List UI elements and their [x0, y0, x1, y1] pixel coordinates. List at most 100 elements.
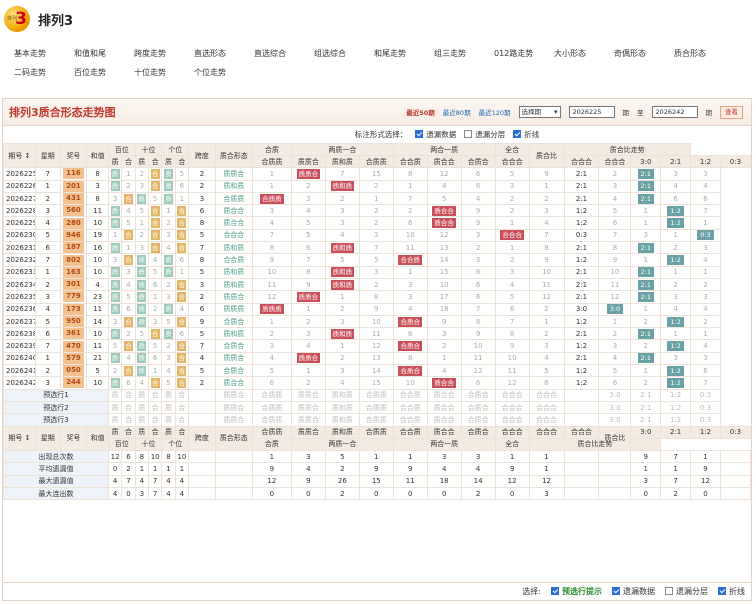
nav-link[interactable]: 质合形态 — [674, 48, 734, 59]
f-col-xingqi: 星期 — [34, 425, 61, 452]
checkbox-icon[interactable] — [551, 587, 559, 595]
stats-val: 4 — [179, 477, 185, 486]
nav-link[interactable]: 和尾走势 — [374, 48, 434, 59]
f-xingqi: 星期 — [40, 434, 55, 443]
pos-he-cell: 合 — [121, 253, 136, 267]
he-mark: 合 — [150, 181, 160, 192]
col-xingtai: 质合形态 — [214, 142, 253, 169]
weekday-cell: 6 — [34, 241, 61, 255]
ratio-cell-text: 2:1 — [575, 292, 588, 301]
pred-blank — [188, 413, 216, 427]
checkbox-icon[interactable] — [718, 587, 726, 595]
pos-he-cell: 4 — [121, 351, 136, 366]
group-cell: 9 — [528, 167, 565, 181]
option-polyline[interactable]: 折线 — [513, 129, 539, 140]
checkbox-icon[interactable] — [665, 587, 673, 595]
bottom-option-omit-layer[interactable]: 遗漏分层 — [665, 586, 708, 597]
checkbox-icon[interactable] — [464, 130, 473, 138]
ratio-header-r21: 2:1 — [669, 157, 682, 166]
ratio-trend-cell: 3 — [598, 179, 632, 193]
draw-cell: 201 — [59, 179, 88, 193]
f-g1: 合质 — [264, 440, 279, 449]
form-cell: 质和质 — [214, 265, 253, 279]
bottom-option-omit-data[interactable]: 遗漏数据 — [612, 586, 655, 597]
option-omit-layer[interactable]: 遗漏分层 — [464, 129, 505, 140]
nav-link[interactable]: 二码走势 — [14, 67, 74, 78]
nav-link[interactable]: 跨度走势 — [134, 48, 194, 59]
pos-he-cell: 2 — [121, 327, 136, 341]
f-form: 合合合 — [528, 425, 565, 439]
nav-link[interactable]: 组选综合 — [314, 48, 374, 59]
query-button[interactable]: 查看 — [720, 105, 743, 119]
period-cell-text: 2026240 — [6, 354, 36, 363]
stats-cell: 4 — [290, 462, 326, 476]
nav-link[interactable]: 大小形态 — [554, 48, 614, 59]
weekday-cell: 7 — [34, 339, 61, 353]
group-cell: 2 — [494, 191, 530, 206]
stats-val: 0 — [269, 489, 275, 498]
stats-val: 9 — [703, 465, 708, 474]
nav-link[interactable]: 012路走势 — [494, 48, 554, 59]
checkbox-icon[interactable] — [612, 587, 620, 595]
nav-link[interactable]: 直选形态 — [194, 48, 254, 59]
option-omit-data[interactable]: 遗漏数据 — [415, 129, 456, 140]
sub-header: 合 — [147, 154, 163, 169]
pred-ratio: 2:1 — [630, 400, 662, 415]
bottom-option-preselect[interactable]: 预选行提示 — [551, 586, 602, 597]
f-sub: 合 — [174, 425, 190, 439]
stats-val: 8 — [166, 452, 171, 461]
pos-he-cell: 合 — [121, 314, 136, 329]
span-cell: 7 — [188, 339, 216, 353]
nav-link[interactable]: 直选综合 — [254, 48, 314, 59]
weekday-cell: 7 — [34, 253, 61, 267]
range-80-link[interactable]: 最近80期 — [443, 107, 471, 117]
stats-blank — [719, 450, 752, 464]
sum-cell: 11 — [86, 339, 109, 353]
pred-label: 预选行2 — [43, 403, 69, 412]
nav-link[interactable]: 和值和尾 — [74, 48, 134, 59]
he-mark: 合 — [150, 205, 160, 216]
pred-group: 合合合 — [494, 413, 530, 427]
range-120-link[interactable]: 最近120期 — [479, 107, 511, 117]
ratio-trend-cell: 4 — [660, 302, 692, 316]
nav-link[interactable]: 个位走势 — [194, 67, 254, 78]
form-cell: 合质合 — [214, 339, 253, 353]
bottom-option-polyline[interactable]: 折线 — [718, 586, 745, 597]
draw-number: 950 — [63, 316, 84, 327]
f-form: 合质质 — [358, 425, 394, 439]
f-kuadu: 跨度 — [194, 434, 209, 443]
checkbox-icon[interactable] — [415, 130, 424, 138]
nav-link[interactable]: 十位走势 — [134, 67, 194, 78]
pred-ratio: 3:0 — [598, 400, 632, 415]
nav-link[interactable]: 百位走势 — [74, 67, 134, 78]
he-mark: 合 — [123, 255, 133, 266]
stats-val: 12 — [507, 477, 517, 486]
checkbox-icon[interactable] — [513, 130, 522, 138]
pos-zhi-cell: 质 — [134, 265, 149, 279]
col-shi: 十位 — [134, 143, 163, 156]
form-cell: 质合合 — [214, 204, 253, 218]
draw-cell: 050 — [59, 364, 88, 378]
nav-link[interactable]: 奇偶形态 — [614, 48, 674, 59]
nav-link[interactable]: 基本走势 — [14, 48, 74, 59]
end-period-input[interactable]: 2026242 — [651, 106, 698, 118]
pred-blank — [188, 388, 216, 402]
hit-form: 合质合 — [398, 316, 422, 327]
pred-group: 质和质 — [324, 400, 360, 415]
ratio-trend-cell: 2:1 — [630, 351, 662, 366]
start-period-input[interactable]: 2026225 — [568, 106, 615, 118]
pred-row[interactable]: 预选行1 质合质合质合质质合 合质质 质质合 质和质 合质质 合合质 质合合 合质合 合合合 合合合… — [3, 388, 751, 402]
pred-group: 合质合 — [460, 413, 496, 427]
stats-cell: 1 — [690, 450, 721, 464]
range-50-link[interactable]: 最近50期 — [406, 107, 435, 117]
sub-header: 质 — [134, 154, 149, 169]
nav-link[interactable]: 组三走势 — [434, 48, 494, 59]
zhi-mark: 质 — [137, 193, 147, 204]
pred-row[interactable]: 预选行2 质合质合质合质质合 合质质 质质合 质和质 合质质 合合质 质合合 合质合 合合合 合合合… — [3, 400, 751, 415]
sum-cell-text: 23 — [93, 292, 103, 301]
pred-ratio: 2:1 — [630, 388, 662, 402]
pred-row[interactable]: 预选行3 质合质合质合质质合 合质质 质质合 质和质 合质质 合合质 质合合 合质合 合合合 合合合… — [3, 413, 751, 427]
period-select[interactable]: 选择期 — [518, 106, 561, 118]
col-group-1: 合质 — [251, 143, 292, 156]
sum-cell: 11 — [86, 204, 109, 218]
